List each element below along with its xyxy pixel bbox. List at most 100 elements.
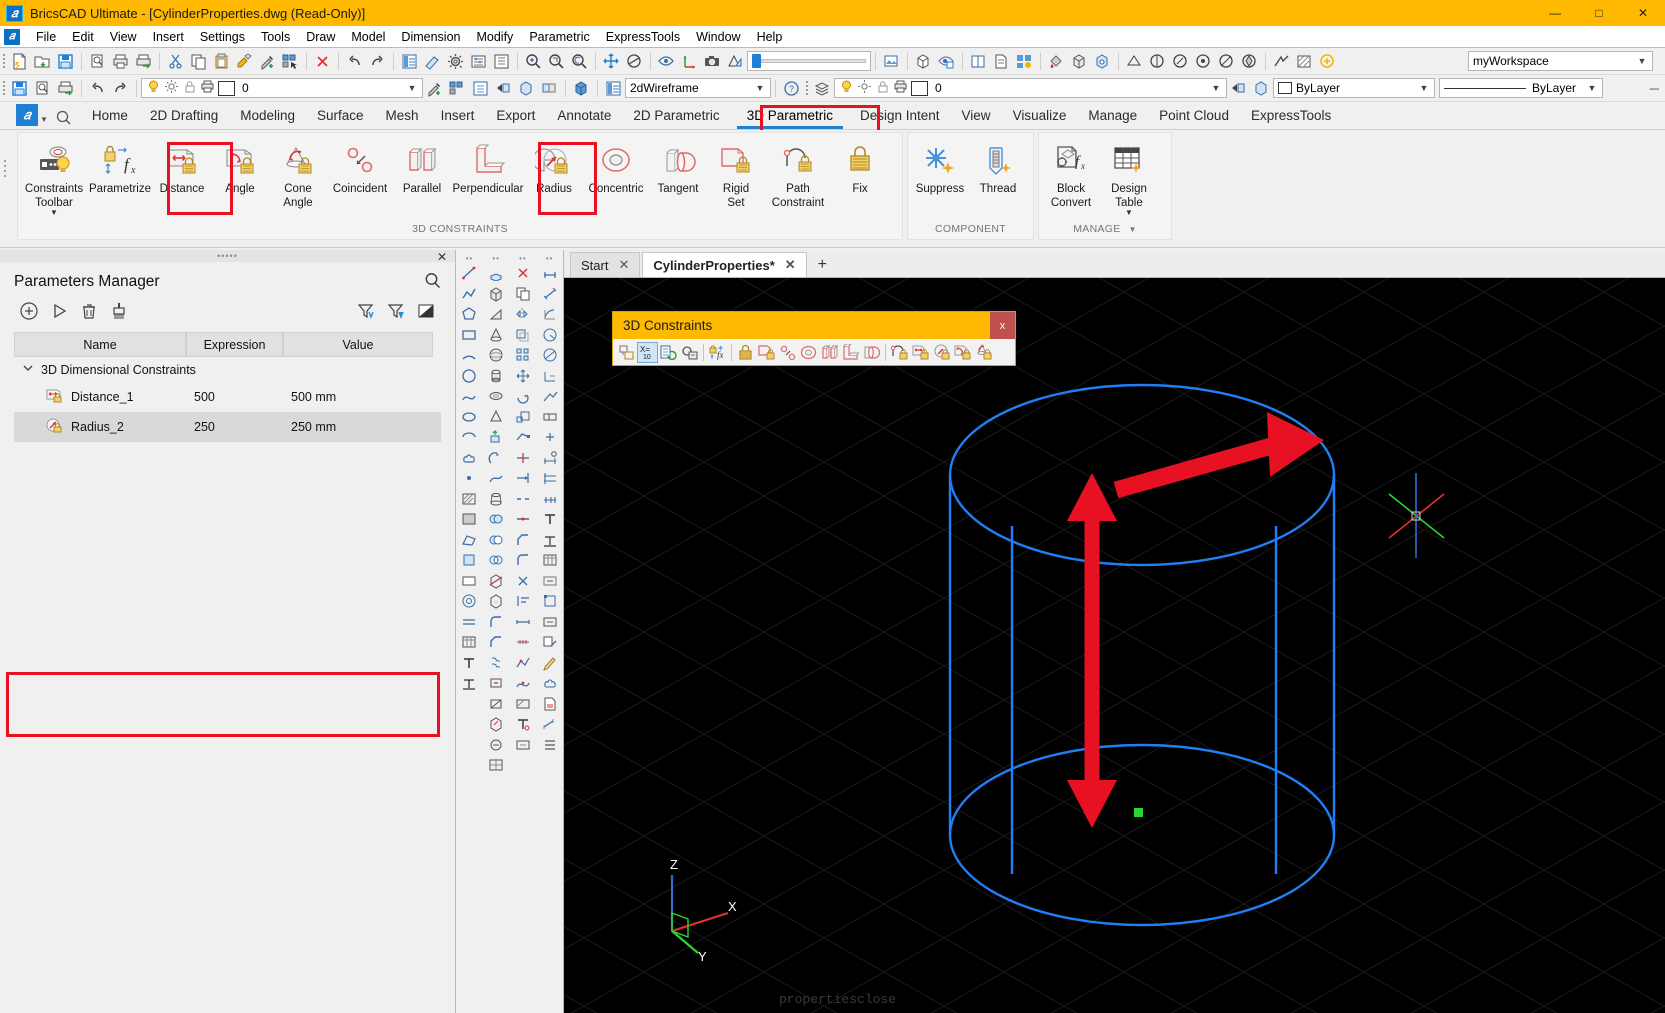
ribbon-tab-3d-parametric[interactable]: 3D Parametric — [731, 104, 849, 129]
constraints-bar-icon[interactable] — [616, 342, 637, 363]
field-icon[interactable] — [537, 571, 562, 592]
layer-combo-2[interactable]: 0 ▼ — [834, 78, 1227, 98]
clean-icon[interactable] — [421, 50, 444, 73]
parameters-manager-icon[interactable]: X= 10 — [637, 341, 658, 363]
boundary-icon[interactable] — [457, 530, 482, 551]
menu-item-parametric[interactable]: Parametric — [521, 28, 597, 46]
dim-linear-icon[interactable] — [1146, 50, 1169, 73]
add-parameter-button[interactable] — [14, 298, 44, 324]
mtext-icon[interactable] — [537, 530, 562, 551]
box-icon[interactable] — [912, 50, 935, 73]
lightbulb-icon[interactable] — [839, 79, 854, 97]
dim-radius-icon[interactable] — [537, 325, 562, 346]
undo-icon[interactable] — [86, 77, 109, 100]
filter-button[interactable] — [381, 298, 411, 324]
perpendicular-constraint-icon[interactable] — [840, 342, 861, 363]
color-swatch[interactable] — [218, 80, 235, 96]
search-icon[interactable] — [56, 110, 71, 125]
toolbar-overflow-icon[interactable]: ─ — [1650, 81, 1665, 96]
wedge-icon[interactable] — [484, 304, 509, 325]
close-icon[interactable]: ✕ — [785, 257, 796, 273]
ribbon-tab-annotate[interactable]: Annotate — [546, 104, 622, 129]
ribbon-tab-view[interactable]: View — [951, 104, 1002, 129]
model-viewport[interactable]: Z X Y propertiesclose 3D Constraints x X… — [564, 278, 1665, 1013]
text-icon[interactable] — [537, 509, 562, 530]
polysolid-icon[interactable] — [484, 263, 509, 284]
menu-item-dimension[interactable]: Dimension — [393, 28, 468, 46]
block-icon[interactable] — [537, 591, 562, 612]
attribute-edit-icon[interactable] — [510, 735, 535, 756]
ribbon-button-fix[interactable]: Fix — [831, 138, 889, 198]
ribbon-tab-export[interactable]: Export — [485, 104, 546, 129]
color-combo[interactable]: ByLayer ▼ — [1273, 78, 1435, 98]
spline-edit-icon[interactable] — [510, 673, 535, 694]
chevron-down-icon[interactable]: ▼ — [1586, 83, 1598, 93]
menu-item-file[interactable]: File — [28, 28, 64, 46]
orbit-icon[interactable] — [623, 50, 646, 73]
layout-icon[interactable] — [1013, 50, 1036, 73]
chevron-down-icon[interactable] — [22, 362, 34, 377]
rotate-icon[interactable] — [510, 386, 535, 407]
ribbon-tab-point-cloud[interactable]: Point Cloud — [1148, 104, 1240, 129]
sun-icon[interactable] — [857, 79, 872, 97]
toolbar-grip[interactable]: •• — [519, 254, 527, 263]
ribbon-button-concentric[interactable]: Concentric — [583, 138, 649, 198]
dim-continue-icon[interactable] — [537, 489, 562, 510]
ribbon-button-suppress[interactable]: Suppress — [911, 138, 969, 198]
stretch-icon[interactable] — [510, 427, 535, 448]
visual-style-cube-icon[interactable] — [570, 77, 593, 100]
dim-ordinate-icon[interactable] — [1238, 50, 1261, 73]
dim-diameter-icon[interactable] — [537, 345, 562, 366]
contrast-button[interactable] — [411, 298, 441, 324]
cone-angle-constraint-icon[interactable] — [973, 342, 994, 363]
revcloud-icon[interactable] — [457, 448, 482, 469]
layer-combo[interactable]: 0 ▼ — [141, 78, 423, 98]
distance-constraint-icon[interactable] — [910, 342, 931, 363]
ribbon-button-cone-angle[interactable]: Cone Angle — [269, 138, 327, 212]
loft-icon[interactable] — [484, 489, 509, 510]
printer-icon[interactable] — [893, 79, 908, 97]
menu-item-model[interactable]: Model — [343, 28, 393, 46]
zoom-previous-icon[interactable] — [568, 50, 591, 73]
sun-icon[interactable] — [164, 79, 179, 97]
fillet-icon[interactable] — [484, 612, 509, 633]
chevron-down-icon[interactable]: ▼ — [754, 83, 766, 93]
parameters-group-3d-dimensional-constraints[interactable]: 3D Dimensional Constraints — [14, 357, 441, 382]
subtract-icon[interactable] — [484, 530, 509, 551]
purge-button[interactable] — [104, 298, 134, 324]
new-icon[interactable] — [8, 50, 31, 73]
options-icon[interactable] — [467, 50, 490, 73]
rigid-set-icon[interactable] — [756, 342, 777, 363]
menu-item-window[interactable]: Window — [688, 28, 748, 46]
leader-icon[interactable] — [1270, 50, 1293, 73]
table-row[interactable]: Distance_1 500 500 mm — [14, 382, 441, 412]
ribbon-button-perpendicular[interactable]: Perpendicular — [451, 138, 525, 198]
ribbon-tab-expresstools[interactable]: ExpressTools — [1240, 104, 1342, 129]
image-icon[interactable] — [880, 50, 903, 73]
toolbar-grip[interactable] — [803, 77, 811, 99]
region-icon[interactable] — [457, 550, 482, 571]
menu-item-settings[interactable]: Settings — [192, 28, 253, 46]
section-icon[interactable] — [484, 694, 509, 715]
ribbon-button-block-convert[interactable]: f x Block Convert — [1042, 138, 1100, 212]
tolerance-icon[interactable] — [537, 407, 562, 428]
floating-toolbar-titlebar[interactable]: 3D Constraints x — [613, 312, 1015, 339]
explorer-icon[interactable] — [490, 50, 513, 73]
scale-icon[interactable] — [510, 407, 535, 428]
save-view-icon[interactable] — [935, 50, 958, 73]
polygon-icon[interactable] — [457, 304, 482, 325]
donut-icon[interactable] — [457, 591, 482, 612]
union-icon[interactable] — [484, 509, 509, 530]
table-icon[interactable] — [537, 550, 562, 571]
redo-icon[interactable] — [366, 50, 389, 73]
evaluate-button[interactable] — [44, 298, 74, 324]
mtext-icon[interactable] — [457, 673, 482, 694]
properties-icon[interactable] — [398, 50, 421, 73]
sweep-icon[interactable] — [484, 468, 509, 489]
dim-diameter-icon[interactable] — [1215, 50, 1238, 73]
explode-icon[interactable] — [510, 571, 535, 592]
ribbon-tab-2d-parametric[interactable]: 2D Parametric — [622, 104, 730, 129]
dim-ordinate-icon[interactable] — [537, 366, 562, 387]
arc-icon[interactable] — [457, 345, 482, 366]
ribbon-grip[interactable] — [0, 130, 9, 177]
